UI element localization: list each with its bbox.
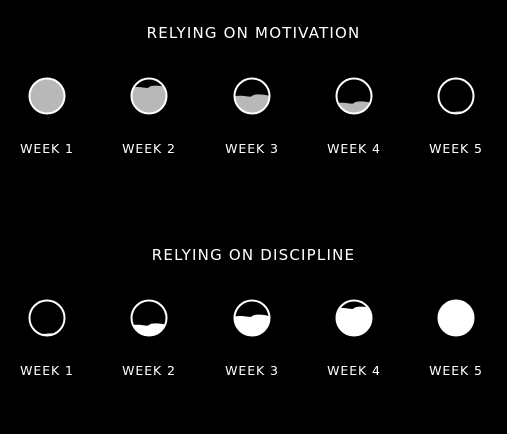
- section-title: RELYING ON MOTIVATION: [146, 24, 361, 42]
- fill-level-mark: [336, 306, 372, 336]
- week-item: WEEK 5: [416, 298, 496, 378]
- week-item: WEEK 3: [212, 298, 292, 378]
- week-item: WEEK 4: [314, 298, 394, 378]
- fill-circle-icon: [437, 299, 475, 337]
- fill-level-mark: [234, 314, 270, 336]
- fill-circle-icon: [233, 299, 271, 337]
- week-label: WEEK 1: [20, 363, 74, 378]
- week-label: WEEK 5: [429, 141, 483, 156]
- week-item: WEEK 1: [7, 76, 87, 156]
- week-label: WEEK 3: [225, 363, 279, 378]
- week-label: WEEK 2: [122, 141, 176, 156]
- week-item: WEEK 1: [7, 298, 87, 378]
- fill-circle-icon: [130, 77, 168, 115]
- fill-circle-icon: [130, 299, 168, 337]
- week-item: WEEK 2: [109, 298, 189, 378]
- week-label: WEEK 4: [327, 363, 381, 378]
- week-label: WEEK 1: [20, 141, 74, 156]
- fill-circle-icon: [233, 77, 271, 115]
- week-item: WEEK 4: [314, 76, 394, 156]
- fill-circle-icon: [28, 299, 66, 337]
- fill-level-mark: [234, 94, 270, 114]
- fill-level-mark: [131, 85, 167, 114]
- week-label: WEEK 2: [122, 363, 176, 378]
- week-label: WEEK 5: [429, 363, 483, 378]
- section-title: RELYING ON DISCIPLINE: [151, 246, 356, 264]
- week-label: WEEK 3: [225, 141, 279, 156]
- fill-circle-icon: [437, 77, 475, 115]
- week-item: WEEK 5: [416, 76, 496, 156]
- fill-circle-icon: [335, 77, 373, 115]
- week-item: WEEK 3: [212, 76, 292, 156]
- circle-outline: [28, 299, 66, 337]
- fill-circle-icon: [28, 77, 66, 115]
- week-label: WEEK 4: [327, 141, 381, 156]
- week-item: WEEK 2: [109, 76, 189, 156]
- circle-outline: [437, 77, 475, 115]
- fill-circle-icon: [335, 299, 373, 337]
